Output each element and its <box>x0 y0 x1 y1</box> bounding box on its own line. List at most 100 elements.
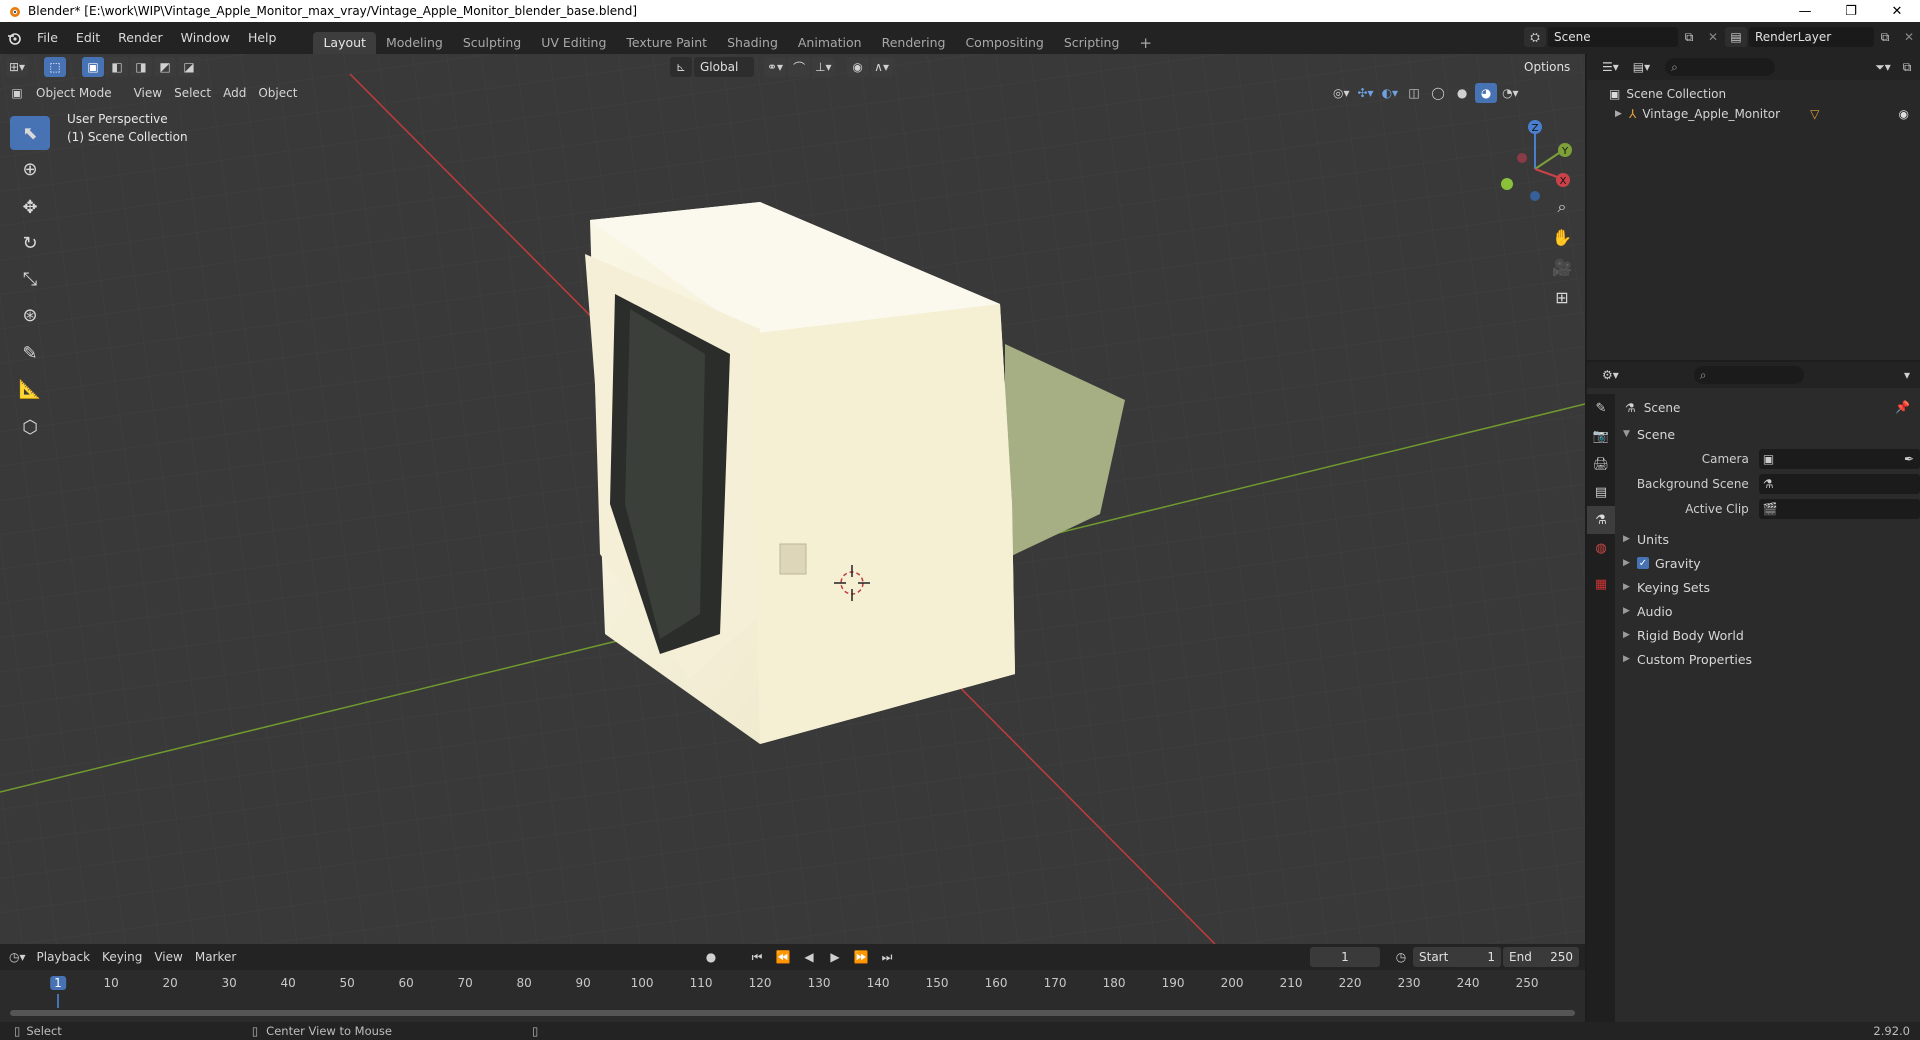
select-tool-icon[interactable]: ⬉ <box>10 116 50 150</box>
select-invert-icon[interactable]: ◩ <box>154 57 177 77</box>
scene-tab-icon[interactable]: ⚗ <box>1587 506 1615 534</box>
add-cube-tool-icon[interactable]: ⬡ <box>10 410 50 444</box>
cursor-tool-icon[interactable]: ⊕ <box>10 152 50 186</box>
menu-help[interactable]: Help <box>239 22 286 54</box>
timeline-editor[interactable]: ◷▾ Playback Keying View Marker ● ⏮ ⏪ ◀ ▶… <box>0 944 1585 1022</box>
3d-viewport[interactable]: ⊞▾ ⬚ ▣ ◧ ◨ ◩ ◪ ⊾ Global ⚭▾ ⌒ ⊥▾ ◉ ∧▾ Opt… <box>0 54 1585 944</box>
jump-next-keyframe-icon[interactable]: ⏩ <box>850 947 872 967</box>
select-new-icon[interactable]: ▣ <box>82 57 105 77</box>
camera-field[interactable]: ▣ ✒ <box>1758 449 1920 469</box>
select-intersect-icon[interactable]: ◪ <box>178 57 201 77</box>
tab-scripting[interactable]: Scripting <box>1054 32 1130 54</box>
shading-rendered-icon[interactable]: ◔▾ <box>1499 83 1522 103</box>
timeline-menu-keying[interactable]: Keying <box>96 950 148 964</box>
menu-edit[interactable]: Edit <box>67 22 109 54</box>
zoom-icon[interactable]: ⌕ <box>1547 192 1577 222</box>
scale-tool-icon[interactable]: ⤡ <box>10 262 50 296</box>
world-tab-icon[interactable]: ◍ <box>1587 534 1615 562</box>
viewport-menu-object[interactable]: Object <box>252 86 303 100</box>
tab-rendering[interactable]: Rendering <box>872 32 956 54</box>
shading-wireframe-icon[interactable]: ◯ <box>1427 83 1449 103</box>
gravity-checkbox[interactable]: ✓ <box>1637 557 1649 569</box>
units-panel-header[interactable]: ▶ Units <box>1623 527 1669 551</box>
outliner-editor-type-icon[interactable]: ☰▾ <box>1599 57 1622 77</box>
menu-file[interactable]: File <box>28 22 67 54</box>
tab-uv-editing[interactable]: UV Editing <box>531 32 616 54</box>
jump-end-icon[interactable]: ⏭ <box>876 947 898 967</box>
select-subtract-icon[interactable]: ◨ <box>130 57 153 77</box>
jump-prev-keyframe-icon[interactable]: ⏪ <box>772 947 794 967</box>
timeline-menu-playback[interactable]: Playback <box>31 950 97 964</box>
delete-view-layer-icon[interactable]: ✕ <box>1898 27 1920 47</box>
output-tab-icon[interactable]: 🖨 <box>1587 450 1615 478</box>
outliner[interactable]: ☰▾ ▤▾ ⌕ ⏷▾ ⧉ ▣ Scene Collection ▶ ⅄ Vint… <box>1587 54 1920 360</box>
maximize-button[interactable]: ❐ <box>1828 4 1874 19</box>
overlay-toggle-icon[interactable]: ◐▾ <box>1379 83 1402 103</box>
visibility-icon[interactable]: ◎▾ <box>1330 83 1353 103</box>
snap-target-icon[interactable]: ⊥▾ <box>812 57 835 77</box>
transform-orientation-dropdown[interactable]: Global <box>694 57 754 77</box>
view-layer-icon[interactable]: ▤ <box>1725 27 1747 47</box>
clock-icon[interactable]: ◷ <box>1390 947 1412 967</box>
scene-selector-icon[interactable]: ⛭ <box>1524 27 1546 47</box>
expand-arrow-icon[interactable]: ▶ <box>1615 109 1629 119</box>
viewport-scene[interactable] <box>0 54 1585 944</box>
object-mode-icon[interactable]: ▣ <box>6 83 28 103</box>
frame-ruler[interactable]: 1 10 20 30 40 50 60 70 80 90 100 110 120 130 140 150 160… <box>0 976 1585 994</box>
play-icon[interactable]: ▶ <box>824 947 846 967</box>
filter-icon[interactable]: ⏷▾ <box>1872 57 1894 77</box>
tab-modeling[interactable]: Modeling <box>376 32 453 54</box>
timeline-menu-view[interactable]: View <box>148 950 188 964</box>
minimize-button[interactable]: — <box>1782 4 1828 19</box>
keying-sets-panel-header[interactable]: ▶ Keying Sets <box>1623 575 1710 599</box>
display-mode-icon[interactable]: ▤▾ <box>1630 57 1653 77</box>
orientation-icon[interactable]: ⊾ <box>670 57 692 77</box>
render-tab-icon[interactable]: 📷 <box>1587 422 1615 450</box>
camera-view-icon[interactable]: 🎥 <box>1547 252 1577 282</box>
object-mode-dropdown[interactable]: Object Mode <box>30 86 118 100</box>
playhead[interactable] <box>57 994 59 1008</box>
outliner-search-input[interactable]: ⌕ <box>1665 58 1776 76</box>
outliner-item-row[interactable]: ▶ ⅄ Vintage_Apple_Monitor ▽ ◉ <box>1615 104 1915 124</box>
viewport-menu-add[interactable]: Add <box>217 86 252 100</box>
gravity-panel-header[interactable]: ▶ ✓ Gravity <box>1623 551 1701 575</box>
timeline-editor-type-icon[interactable]: ◷▾ <box>6 947 29 967</box>
audio-panel-header[interactable]: ▶ Audio <box>1623 599 1673 623</box>
timeline-menu-marker[interactable]: Marker <box>189 950 242 964</box>
active-clip-field[interactable]: 🎬 <box>1758 499 1920 519</box>
rigid-body-world-panel-header[interactable]: ▶ Rigid Body World <box>1623 623 1744 647</box>
shading-solid-icon[interactable]: ● <box>1451 83 1473 103</box>
end-frame-field[interactable]: End 250 <box>1503 947 1579 967</box>
auto-keying-icon[interactable]: ● <box>700 947 722 967</box>
navigation-gizmo[interactable]: Z Y X <box>1490 114 1580 204</box>
pin-icon[interactable]: 📌 <box>1895 400 1910 414</box>
delete-scene-icon[interactable]: ✕ <box>1702 27 1724 47</box>
properties-editor-type-icon[interactable]: ⚙▾ <box>1599 365 1622 385</box>
current-frame-field[interactable]: 1 <box>1310 947 1380 967</box>
blender-menu-icon[interactable] <box>0 31 28 45</box>
texture-tab-icon[interactable]: ▦ <box>1587 570 1615 598</box>
tab-shading[interactable]: Shading <box>717 32 788 54</box>
add-workspace-icon[interactable]: + <box>1129 32 1162 54</box>
tab-texture-paint[interactable]: Texture Paint <box>616 32 717 54</box>
xray-icon[interactable]: ◫ <box>1403 83 1425 103</box>
view-layer-tab-icon[interactable]: ▤ <box>1587 478 1615 506</box>
close-button[interactable]: ✕ <box>1874 4 1920 19</box>
visibility-eye-icon[interactable]: ◉ <box>1899 107 1909 121</box>
shading-material-icon[interactable]: ◕ <box>1475 83 1498 103</box>
new-scene-icon[interactable]: ⧉ <box>1678 27 1700 47</box>
menu-render[interactable]: Render <box>109 22 172 54</box>
measure-tool-icon[interactable]: 📐 <box>10 372 50 406</box>
falloff-icon[interactable]: ∧▾ <box>870 57 893 77</box>
options-dropdown[interactable]: Options <box>1518 57 1578 77</box>
tab-layout[interactable]: Layout <box>313 32 376 54</box>
proportional-edit-icon[interactable]: ◉ <box>846 57 869 77</box>
new-collection-icon[interactable]: ⧉ <box>1896 57 1918 77</box>
new-view-layer-icon[interactable]: ⧉ <box>1874 27 1896 47</box>
start-frame-field[interactable]: Start 1 <box>1413 947 1501 967</box>
viewport-menu-select[interactable]: Select <box>168 86 217 100</box>
select-extend-icon[interactable]: ◧ <box>106 57 129 77</box>
properties-editor[interactable]: ⚙▾ ⌕ ▾ ✎ 📷 🖨 ▤ ⚗ ◍ ▦ ⚗ Scene 📌 ▼ Scene C… <box>1587 362 1920 1022</box>
scene-panel-header[interactable]: ▼ Scene <box>1623 422 1675 446</box>
eyedropper-icon[interactable]: ✒ <box>1904 452 1914 466</box>
